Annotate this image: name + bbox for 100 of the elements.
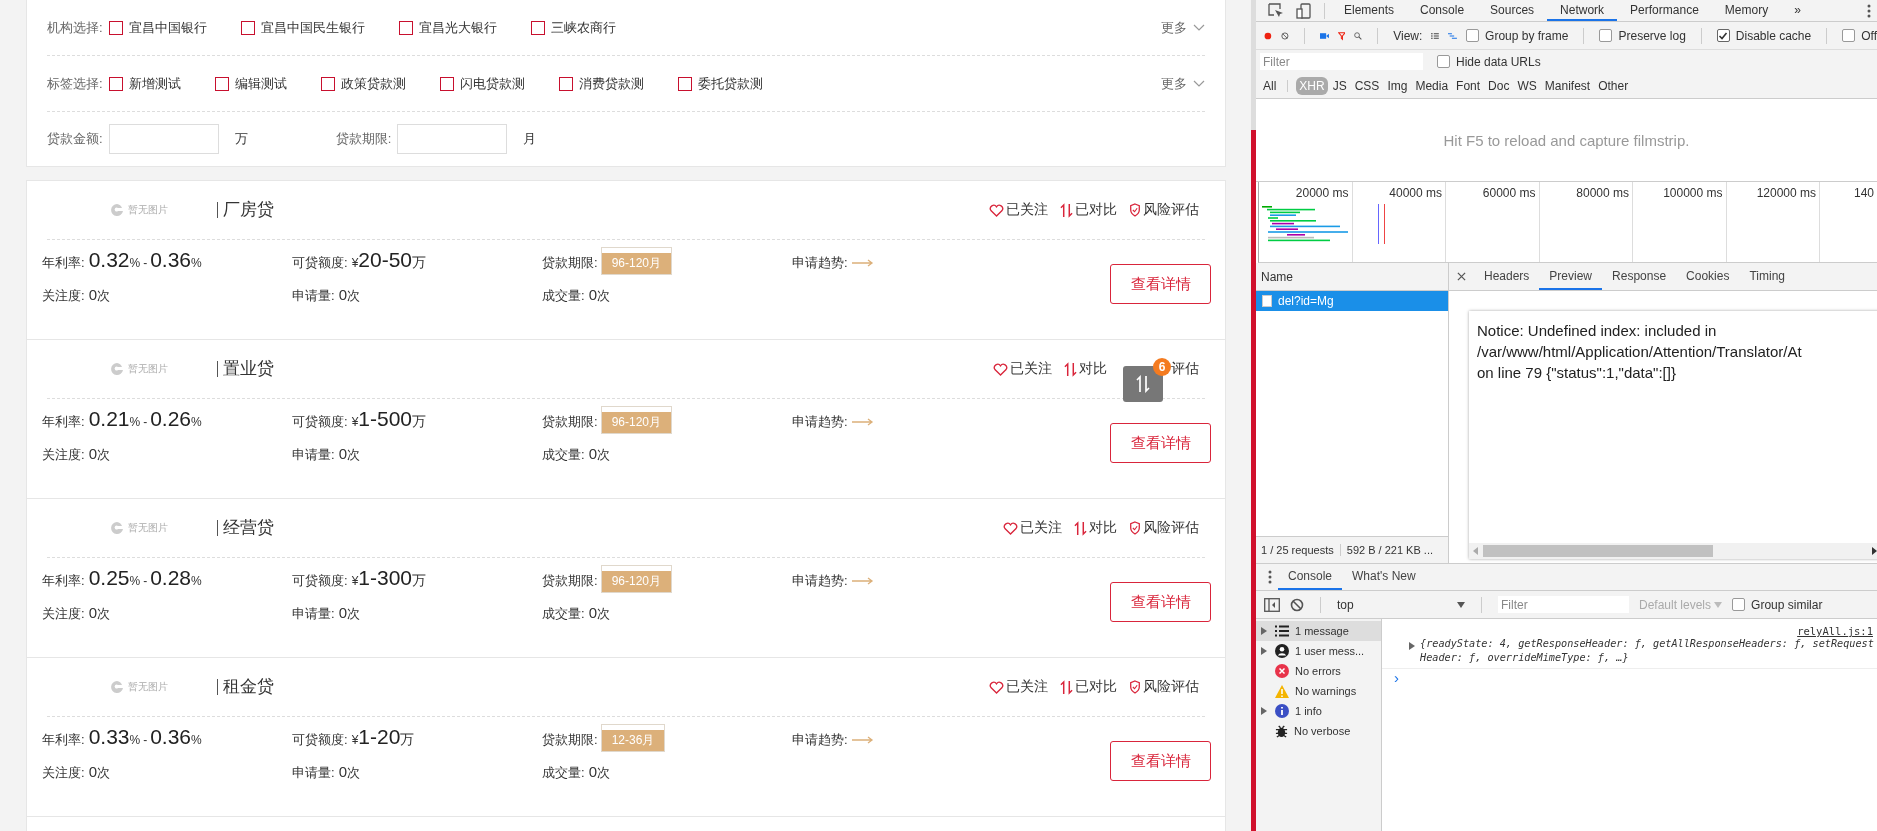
detail-tab[interactable]: Preview — [1539, 263, 1603, 290]
follow-link[interactable]: 已关注 — [989, 201, 1048, 219]
checkbox[interactable] — [240, 20, 255, 35]
type-filter-button[interactable]: Doc — [1485, 76, 1513, 95]
checkbox[interactable] — [1599, 29, 1613, 42]
compare-link[interactable]: 已对比 — [1060, 678, 1117, 696]
devtools-tab[interactable]: Elements — [1331, 0, 1408, 21]
checkbox[interactable] — [1466, 29, 1480, 42]
risk-link[interactable]: 风险评估 — [1129, 678, 1199, 696]
amount-field[interactable] — [108, 124, 219, 154]
console-filter-item[interactable]: 1 info — [1256, 701, 1381, 721]
type-filter-button[interactable]: WS — [1514, 76, 1540, 95]
checkbox[interactable] — [108, 20, 123, 35]
checkbox[interactable] — [398, 20, 413, 35]
devtools-tab[interactable]: Memory — [1711, 0, 1782, 21]
detail-tab[interactable]: Timing — [1739, 263, 1795, 290]
detail-tab[interactable]: Cookies — [1676, 263, 1740, 290]
devtools-tab[interactable]: Performance — [1617, 0, 1712, 21]
inspect-icon[interactable] — [1268, 2, 1284, 19]
scroll-right-icon[interactable] — [1871, 547, 1877, 555]
checkbox-label[interactable]: Preserve log — [1618, 28, 1686, 43]
type-filter-button[interactable]: CSS — [1351, 76, 1383, 95]
follow-link[interactable]: 已关注 — [993, 360, 1052, 378]
option-label[interactable]: 闪电贷款测 — [459, 74, 525, 93]
checkbox[interactable] — [558, 76, 573, 91]
risk-link[interactable]: 风险评估 — [1129, 201, 1199, 219]
console-filter-item[interactable]: No warnings — [1256, 681, 1381, 701]
filter-field[interactable]: Filter — [1260, 53, 1423, 70]
option-label[interactable]: 三峡农商行 — [550, 18, 616, 37]
details-button[interactable]: 查看详情 — [1110, 423, 1211, 463]
option-label[interactable]: 消费贷款测 — [578, 74, 644, 93]
more-link[interactable]: 更多 — [1161, 74, 1205, 93]
checkbox[interactable] — [530, 20, 545, 35]
follow-link[interactable]: 已关注 — [1003, 519, 1062, 537]
checkbox-label[interactable]: Group by frame — [1485, 28, 1569, 43]
context-select[interactable]: top — [1337, 597, 1465, 612]
menu-icon[interactable] — [1867, 3, 1871, 18]
details-button[interactable]: 查看详情 — [1110, 264, 1211, 304]
horizontal-scrollbar[interactable] — [1469, 543, 1877, 559]
console-filter-item[interactable]: No verbose — [1256, 721, 1381, 741]
checkbox[interactable] — [1437, 55, 1450, 68]
checkbox[interactable] — [320, 76, 335, 91]
type-filter-button[interactable]: JS — [1329, 76, 1350, 95]
type-filter-button[interactable]: Media — [1412, 76, 1452, 95]
checkbox[interactable] — [439, 76, 454, 91]
follow-link[interactable]: 已关注 — [989, 678, 1048, 696]
clear-icon[interactable] — [1290, 597, 1304, 612]
option-label[interactable]: 政策贷款测 — [340, 74, 406, 93]
expand-arrow-icon[interactable] — [1409, 642, 1415, 650]
type-filter-button[interactable]: Img — [1384, 76, 1411, 95]
console-filter-field[interactable]: Filter — [1498, 596, 1629, 613]
menu-icon[interactable] — [1268, 570, 1272, 584]
devtools-tab[interactable]: Sources — [1477, 0, 1548, 21]
details-button[interactable]: 查看详情 — [1110, 582, 1211, 622]
detail-tab[interactable]: Headers — [1474, 263, 1540, 290]
console-filter-item[interactable]: 1 user mess... — [1256, 641, 1381, 661]
sidebar-toggle-icon[interactable] — [1264, 597, 1280, 612]
more-tabs-button[interactable]: » — [1781, 0, 1814, 21]
compare-link[interactable]: 对比 — [1074, 519, 1117, 537]
list-view-icon[interactable] — [1431, 30, 1440, 41]
checkbox[interactable] — [108, 76, 123, 91]
console-filter-item[interactable]: 1 message — [1256, 621, 1381, 641]
type-filter-button[interactable]: Font — [1453, 76, 1484, 95]
type-filter-button[interactable]: Other — [1595, 76, 1632, 95]
compare-link[interactable]: 已对比 — [1060, 201, 1117, 219]
expand-arrow-icon[interactable] — [1261, 647, 1267, 655]
term-field[interactable] — [397, 124, 508, 154]
source-link[interactable]: relyAll.js:1 — [1382, 625, 1877, 637]
type-filter-button[interactable]: All — [1260, 76, 1280, 95]
checkbox-label[interactable]: Off — [1861, 28, 1877, 43]
detail-tab[interactable]: Response — [1602, 263, 1677, 290]
checkbox[interactable] — [1732, 598, 1746, 611]
device-icon[interactable] — [1296, 2, 1312, 19]
close-icon[interactable] — [1457, 272, 1466, 281]
checkbox-label[interactable]: Disable cache — [1735, 28, 1812, 43]
console-filter-item[interactable]: No errors — [1256, 661, 1381, 681]
checkbox[interactable] — [677, 76, 692, 91]
console-prompt[interactable]: › — [1382, 669, 1404, 686]
checkbox[interactable] — [1716, 29, 1730, 42]
option-label[interactable]: 宜昌中国民生银行 — [260, 18, 365, 37]
more-link[interactable]: 更多 — [1161, 18, 1205, 37]
option-label[interactable]: 新增测试 — [128, 74, 181, 93]
risk-link[interactable]: 风险评估 — [1129, 519, 1199, 537]
checkbox-label[interactable]: Hide data URLs — [1456, 54, 1541, 69]
type-filter-button[interactable]: Manifest — [1541, 76, 1594, 95]
checkbox[interactable] — [1842, 29, 1856, 42]
expand-arrow-icon[interactable] — [1261, 627, 1267, 635]
devtools-tab[interactable]: Console — [1407, 0, 1478, 21]
waterfall-view-icon[interactable] — [1448, 30, 1458, 41]
checkbox[interactable] — [214, 76, 229, 91]
risk-link[interactable]: 评估 — [1171, 360, 1199, 378]
option-label[interactable]: 编辑测试 — [234, 74, 287, 93]
option-label[interactable]: 宜昌中国银行 — [128, 18, 207, 37]
compare-link[interactable]: 对比 — [1064, 360, 1107, 378]
drawer-tab[interactable]: What's New — [1342, 564, 1426, 590]
checkbox-label[interactable]: Group similar — [1751, 597, 1823, 612]
scrollbar[interactable] — [1251, 0, 1256, 831]
option-label[interactable]: 宜昌光大银行 — [418, 18, 497, 37]
expand-arrow-icon[interactable] — [1261, 707, 1267, 715]
details-button[interactable]: 查看详情 — [1110, 741, 1211, 781]
